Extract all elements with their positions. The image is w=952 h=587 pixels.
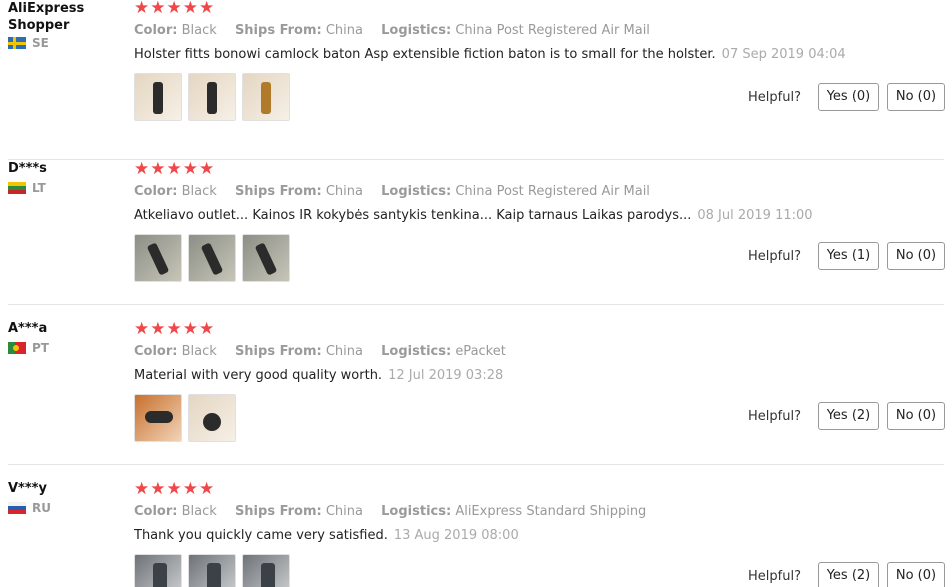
review-text-line: Holster fitts bonowi camlock baton Asp e… [134,46,944,64]
reviewer-country: LT [8,181,123,195]
helpful-no-button[interactable]: No (0) [887,83,945,111]
reviewer-name: AliExpress Shopper [8,1,85,33]
reviewer-country: RU [8,501,123,515]
logistics-value: AliExpress Standard Shipping [455,504,647,519]
ships-from-label: Ships From: [234,344,322,359]
flag-ru-icon [8,502,26,514]
color-label: Color: [134,23,178,38]
review-photo-thumbnail[interactable] [188,234,236,282]
ships-from-label: Ships From: [234,184,322,199]
review-meta: Color: Black Ships From: China Logistics… [134,343,944,361]
flag-pt-icon [8,342,26,354]
review-date: 07 Sep 2019 04:04 [721,47,846,62]
color-value: Black [181,23,217,38]
country-code: RU [32,501,51,515]
review-meta: Color: Black Ships From: China Logistics… [134,183,944,201]
review-photo-thumbnail[interactable] [134,234,182,282]
logistics-label: Logistics: [381,23,452,38]
review-meta: Color: Black Ships From: China Logistics… [134,22,944,40]
ships-from-value: China [325,23,363,38]
helpful-label: Helpful? [748,408,801,424]
review-date: 12 Jul 2019 03:28 [388,368,504,383]
review-text: Holster fitts bonowi camlock baton Asp e… [134,47,716,62]
color-label: Color: [134,344,178,359]
country-code: SE [32,36,49,50]
review-text: Atkeliavo outlet... Kainos IR kokybės sa… [134,208,692,223]
helpful-no-button[interactable]: No (0) [887,562,945,587]
rating-stars: ★★★★★ [134,0,216,18]
review-photo-thumbnail[interactable] [134,394,182,442]
review-photo-thumbnail[interactable] [188,554,236,587]
helpful-label: Helpful? [748,89,801,105]
reviewer-info: D***s LT [8,160,123,195]
helpful-vote: Helpful? Yes (1) No (0) [748,242,945,270]
reviewer-name: A***a [8,321,48,336]
flag-se-icon [8,37,26,49]
helpful-yes-button[interactable]: Yes (1) [818,242,879,270]
reviewer-info: AliExpress Shopper SE [8,0,123,50]
ships-from-value: China [325,184,363,199]
review-text-line: Atkeliavo outlet... Kainos IR kokybės sa… [134,207,944,225]
color-value: Black [181,344,217,359]
review-date: 08 Jul 2019 11:00 [697,208,813,223]
review-photo-thumbnail[interactable] [242,554,290,587]
review-photo-thumbnail[interactable] [188,73,236,121]
helpful-label: Helpful? [748,248,801,264]
ships-from-label: Ships From: [234,504,322,519]
logistics-label: Logistics: [381,344,452,359]
helpful-no-button[interactable]: No (0) [887,402,945,430]
reviewer-info: V***y RU [8,480,123,515]
review-text: Thank you quickly came very satisfied. [134,528,388,543]
reviewer-country: SE [8,36,123,50]
reviewer-name: D***s [8,161,47,176]
helpful-yes-button[interactable]: Yes (2) [818,402,879,430]
review-item: AliExpress Shopper SE ★★★★★ Color: Black… [0,0,952,160]
helpful-yes-button[interactable]: Yes (0) [818,83,879,111]
color-value: Black [181,184,217,199]
review-photo-thumbnail[interactable] [188,394,236,442]
rating-stars: ★★★★★ [134,479,216,499]
review-meta: Color: Black Ships From: China Logistics… [134,503,944,521]
review-item: A***a PT ★★★★★ Color: Black Ships From: … [0,305,952,465]
helpful-no-button[interactable]: No (0) [887,242,945,270]
logistics-label: Logistics: [381,184,452,199]
ships-from-value: China [325,504,363,519]
logistics-value: ePacket [455,344,506,359]
review-text: Material with very good quality worth. [134,368,383,383]
color-value: Black [181,504,217,519]
review-text-line: Thank you quickly came very satisfied. 13… [134,527,944,545]
reviewer-info: A***a PT [8,320,123,355]
rating-stars: ★★★★★ [134,159,216,179]
helpful-vote: Helpful? Yes (2) No (0) [748,562,945,587]
review-photo-thumbnail[interactable] [134,554,182,587]
review-date: 13 Aug 2019 08:00 [393,528,519,543]
review-photo-thumbnail[interactable] [134,73,182,121]
logistics-value: China Post Registered Air Mail [455,23,650,38]
review-photo-thumbnail[interactable] [242,234,290,282]
review-item: D***s LT ★★★★★ Color: Black Ships From: … [0,145,952,305]
country-code: LT [32,181,46,195]
rating-stars: ★★★★★ [134,319,216,339]
review-photo-thumbnail[interactable] [242,73,290,121]
ships-from-value: China [325,344,363,359]
logistics-value: China Post Registered Air Mail [455,184,650,199]
helpful-yes-button[interactable]: Yes (2) [818,562,879,587]
review-text-line: Material with very good quality worth. 12… [134,367,944,385]
color-label: Color: [134,184,178,199]
reviewer-name: V***y [8,481,47,496]
helpful-label: Helpful? [748,568,801,584]
ships-from-label: Ships From: [234,23,322,38]
logistics-label: Logistics: [381,504,452,519]
helpful-vote: Helpful? Yes (0) No (0) [748,83,945,111]
country-code: PT [32,341,49,355]
review-item: V***y RU ★★★★★ Color: Black Ships From: … [0,465,952,587]
color-label: Color: [134,504,178,519]
helpful-vote: Helpful? Yes (2) No (0) [748,402,945,430]
reviewer-country: PT [8,341,123,355]
flag-lt-icon [8,182,26,194]
